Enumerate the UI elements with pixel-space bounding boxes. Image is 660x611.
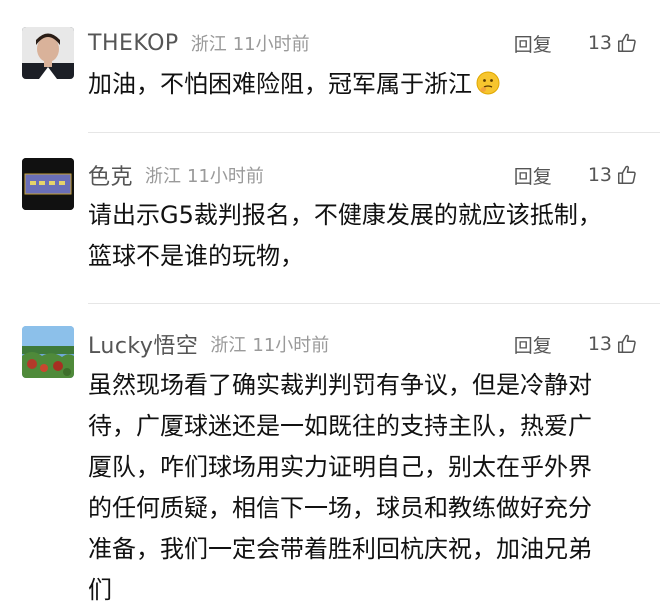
comment-text-line: 虽然现场看了确实裁判判罚有争议，但是冷静对 [88,371,592,399]
avatar[interactable] [22,27,74,79]
comment-meta: Lucky悟空 浙江 11小时前 回复 13 [88,326,638,362]
avatar[interactable] [22,326,74,378]
username[interactable]: THEKOP [88,31,179,56]
region-label: 浙江 [210,335,247,356]
timestamp: 11小时前 [187,166,264,187]
divider [88,303,660,304]
username[interactable]: Lucky悟空 [88,328,198,360]
like-button[interactable]: 13 [588,333,638,355]
avatar-landscape-image [22,326,74,378]
like-count: 13 [587,164,612,186]
reply-button[interactable]: 回复 [514,331,552,358]
thumbs-up-icon [618,334,636,353]
thumbs-up-icon [618,165,636,184]
like-count: 13 [587,32,612,54]
divider [88,132,660,133]
timestamp: 11小时前 [252,335,330,356]
avatar-banner-image [22,158,74,210]
like-button[interactable]: 13 [588,164,638,186]
comment-meta: 色克 浙江 11小时前 回复 13 [88,157,638,193]
comment-text: 虽然现场看了确实裁判判罚有争议，但是冷静对 待，广厦球迷还是一如既往的支持主队，… [88,365,640,611]
comment-text-line: 的任何质疑，相信下一场，球员和教练做好充分 [88,494,592,522]
thumbs-up-icon [618,33,636,52]
comment-text-line: 厦队，咋们球场用实力证明自己，别太在乎外界 [88,453,592,481]
timestamp: 11小时前 [232,34,310,55]
comment-text: 请出示G5裁判报名，不健康发展的就应该抵制， 篮球不是谁的玩物， [88,195,640,277]
comment-text-line: 们 [88,576,112,604]
comment-text-line: 篮球不是谁的玩物， [88,242,304,270]
comment-text-line: 加油，不怕困难险阻，冠军属于浙江 [88,70,472,98]
region-label: 浙江 [190,34,227,55]
avatar[interactable] [22,158,74,210]
reply-button[interactable]: 回复 [514,162,552,189]
reply-button[interactable]: 回复 [514,30,552,57]
comment-text-line: 准备，我们一定会带着胜利回杭庆祝，加油兄弟 [88,535,592,563]
like-count: 13 [587,333,612,355]
region-label: 浙江 [145,166,182,187]
comment-text-line: 待，广厦球迷还是一如既往的支持主队，热爱广 [88,412,592,440]
avatar-portrait-image [22,27,74,79]
like-button[interactable]: 13 [588,32,638,54]
username[interactable]: 色克 [88,159,133,191]
thinking-face-emoji [476,71,500,95]
comment-meta: THEKOP 浙江 11小时前 回复 13 [88,25,638,61]
comment-text-line: 请出示G5裁判报名，不健康发展的就应该抵制， [88,201,602,229]
comment-text: 加油，不怕困难险阻，冠军属于浙江 [88,64,640,105]
